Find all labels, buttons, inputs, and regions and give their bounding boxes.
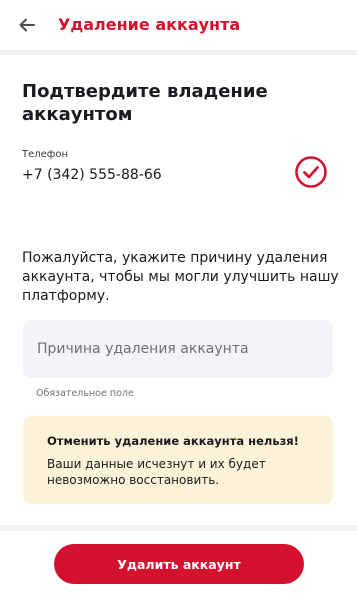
confirm-ownership-heading: Подтвердите владение аккаунтом <box>22 81 268 125</box>
required-field-hint: Обязательное поле <box>36 388 134 399</box>
back-button[interactable] <box>14 12 40 38</box>
app-header: Удаление аккаунта <box>0 0 357 50</box>
delete-account-screen: Удаление аккаунта Подтвердите владение а… <box>0 0 357 600</box>
arrow-left-icon <box>19 18 35 32</box>
warning-title: Отменить удаление аккаунта нельзя! <box>47 434 299 448</box>
warning-text: Ваши данные исчезнут и их будет невозмож… <box>47 457 266 487</box>
warning-box: Отменить удаление аккаунта нельзя! Ваши … <box>23 416 333 504</box>
phone-label: Телефон <box>22 149 69 160</box>
delete-account-button[interactable]: Удалить аккаунт <box>54 544 304 584</box>
bottom-action-bar: Удалить аккаунт <box>0 531 357 600</box>
phone-value: +7 (342) 555-88-66 <box>22 167 162 183</box>
check-circle-icon <box>295 156 327 188</box>
reason-input[interactable] <box>23 320 333 378</box>
main-content: Подтвердите владение аккаунтом Телефон +… <box>0 55 357 525</box>
reason-description: Пожалуйста, укажите причину удаления акк… <box>22 250 339 304</box>
page-title: Удаление аккаунта <box>58 15 241 34</box>
